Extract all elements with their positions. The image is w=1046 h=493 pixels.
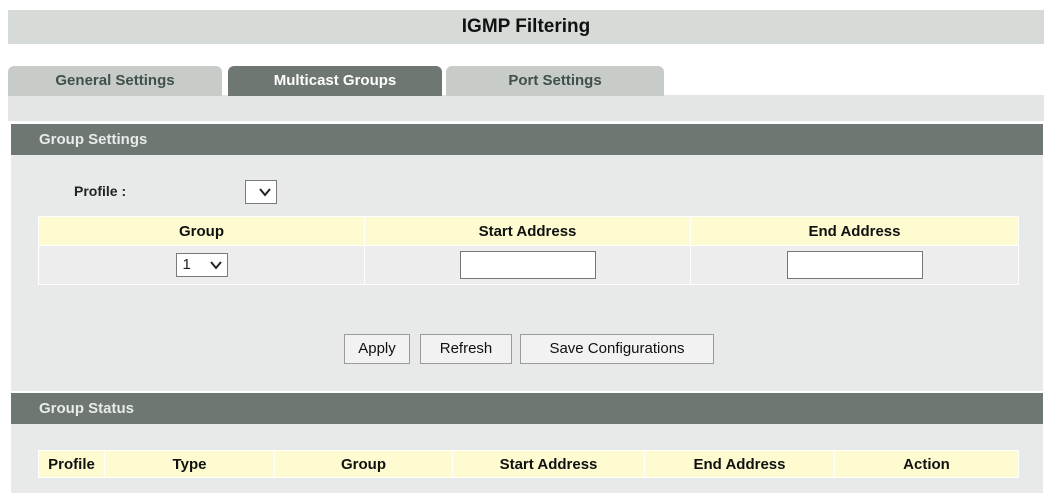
- tab-general-settings[interactable]: General Settings: [8, 66, 222, 96]
- column-header-profile: Profile: [38, 450, 105, 478]
- column-header-start-address: Start Address: [452, 450, 645, 478]
- chevron-down-icon: [259, 188, 271, 197]
- tab-strip-background: [8, 95, 1044, 121]
- column-header-type: Type: [104, 450, 275, 478]
- chevron-down-icon: [209, 261, 222, 270]
- column-header-start-address: Start Address: [364, 216, 691, 246]
- group-status-header: Group Status: [11, 393, 1043, 424]
- page-title: IGMP Filtering: [8, 10, 1044, 44]
- column-header-group: Group: [274, 450, 453, 478]
- column-header-end-address: End Address: [644, 450, 835, 478]
- table-row: 1: [38, 245, 1019, 285]
- column-header-action: Action: [834, 450, 1019, 478]
- start-address-input[interactable]: [459, 251, 596, 279]
- refresh-button[interactable]: Refresh: [420, 334, 512, 364]
- column-header-end-address: End Address: [690, 216, 1019, 246]
- start-address-cell: [364, 245, 691, 285]
- end-address-input[interactable]: [786, 251, 923, 279]
- table-header-row: Profile Type Group Start Address End Add…: [38, 450, 1019, 478]
- column-header-group: Group: [38, 216, 365, 246]
- tab-port-settings[interactable]: Port Settings: [446, 66, 664, 96]
- group-cell: 1: [38, 245, 365, 285]
- group-select-value: 1: [182, 256, 191, 273]
- group-settings-header: Group Settings: [11, 124, 1043, 155]
- save-configurations-button[interactable]: Save Configurations: [520, 334, 714, 364]
- group-settings-table: Group Start Address End Address 1: [38, 216, 1019, 285]
- group-status-table: Profile Type Group Start Address End Add…: [38, 450, 1019, 478]
- table-header-row: Group Start Address End Address: [38, 216, 1019, 246]
- tab-multicast-groups[interactable]: Multicast Groups: [228, 66, 442, 96]
- profile-select[interactable]: [245, 180, 277, 204]
- end-address-cell: [690, 245, 1019, 285]
- group-select[interactable]: 1: [175, 253, 228, 277]
- profile-label: Profile :: [74, 183, 127, 199]
- apply-button[interactable]: Apply: [344, 334, 410, 364]
